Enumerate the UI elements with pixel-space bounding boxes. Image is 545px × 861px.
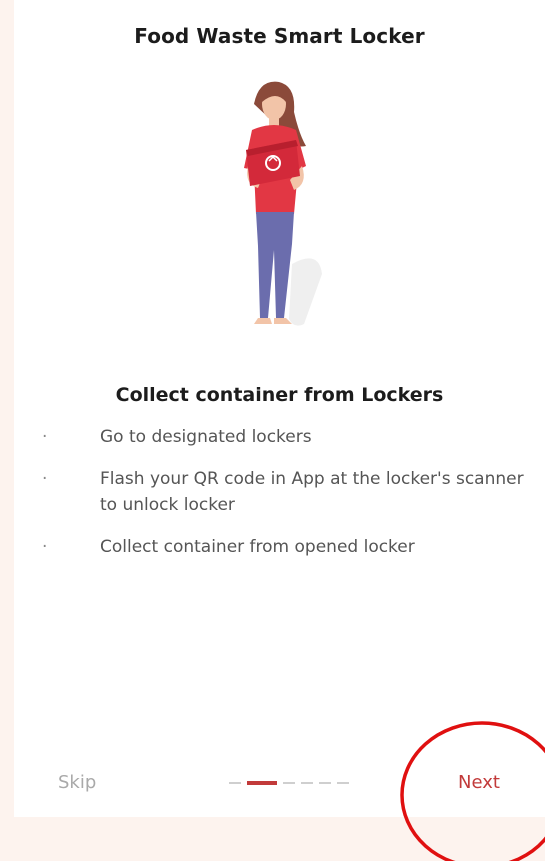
- page-dot: [301, 782, 313, 784]
- skip-button[interactable]: Skip: [58, 772, 96, 793]
- woman-holding-recycling-box-illustration: [244, 81, 322, 326]
- list-item: · Flash your QR code in App at the locke…: [42, 466, 532, 518]
- bullet-icon: ·: [42, 427, 48, 447]
- page-title: Food Waste Smart Locker: [134, 24, 425, 48]
- page-dot: [283, 782, 295, 784]
- annotation-circle: [400, 721, 545, 861]
- page-dot: [337, 782, 349, 784]
- bullet-icon: ·: [42, 537, 48, 557]
- list-item: · Collect container from opened locker: [42, 534, 532, 560]
- page-dot-active: [247, 781, 277, 785]
- page-indicator: [229, 781, 349, 785]
- page-dot: [319, 782, 331, 784]
- step-text: Go to designated lockers: [100, 427, 312, 447]
- step-text: Collect container from opened locker: [100, 537, 415, 557]
- page-dot: [229, 782, 241, 784]
- instruction-list: · Go to designated lockers · Flash your …: [42, 424, 532, 576]
- bullet-icon: ·: [42, 469, 48, 489]
- step-text: Flash your QR code in App at the locker'…: [100, 469, 524, 515]
- onboarding-screen: Food Waste Smart Locker Collect containe…: [14, 0, 545, 817]
- list-item: · Go to designated lockers: [42, 424, 532, 450]
- section-heading: Collect container from Lockers: [115, 384, 444, 406]
